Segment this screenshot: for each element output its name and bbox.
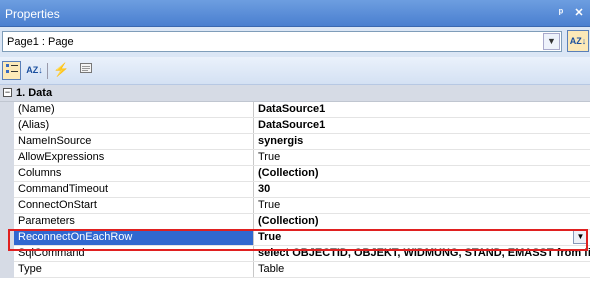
category-label: 1. Data — [16, 87, 53, 99]
chevron-down-icon[interactable]: ▼ — [573, 230, 588, 244]
property-row[interactable]: Parameters (Collection) — [0, 214, 590, 230]
object-selector-combo[interactable]: Page1 : Page ▼ — [2, 31, 562, 52]
property-row[interactable]: NameInSource synergis — [0, 134, 590, 150]
row-gutter — [0, 262, 14, 278]
row-gutter — [0, 166, 14, 182]
property-row[interactable]: Columns (Collection) — [0, 166, 590, 182]
object-selector-value: Page1 : Page — [7, 36, 74, 48]
categorized-view-icon[interactable] — [2, 61, 21, 80]
property-name[interactable]: NameInSource — [14, 134, 254, 149]
pin-icon[interactable]: ᵖ — [554, 6, 568, 20]
property-name[interactable]: SqlCommand — [14, 246, 254, 261]
property-value[interactable]: (Collection) — [254, 214, 590, 229]
property-name[interactable]: ReconnectOnEachRow — [14, 230, 254, 245]
property-row[interactable]: (Name) DataSource1 — [0, 102, 590, 118]
alphabetical-view-icon[interactable]: AZ↓ — [25, 61, 44, 80]
row-gutter — [0, 182, 14, 198]
row-gutter — [0, 118, 14, 134]
property-name[interactable]: Type — [14, 262, 254, 277]
property-name[interactable]: CommandTimeout — [14, 182, 254, 197]
property-toolbar: AZ↓ ⚡ — [0, 57, 590, 85]
row-gutter — [0, 198, 14, 214]
properties-titlebar: Properties ᵖ ✕ — [0, 0, 590, 27]
property-value[interactable]: DataSource1 — [254, 118, 590, 133]
property-value[interactable]: DataSource1 — [254, 102, 590, 117]
row-gutter — [0, 134, 14, 150]
category-data[interactable]: − 1. Data — [0, 85, 590, 102]
property-name[interactable]: Parameters — [14, 214, 254, 229]
object-selector-bar: Page1 : Page ▼ AZ↓ — [0, 27, 590, 57]
chevron-down-icon[interactable]: ▼ — [543, 33, 560, 50]
window-title: Properties — [5, 7, 60, 21]
property-row[interactable]: ReconnectOnEachRow True ▼ — [0, 230, 590, 246]
property-row[interactable]: (Alias) DataSource1 — [0, 118, 590, 134]
property-name[interactable]: (Name) — [14, 102, 254, 117]
property-name[interactable]: (Alias) — [14, 118, 254, 133]
property-pages-icon[interactable] — [76, 61, 95, 80]
property-name[interactable]: AllowExpressions — [14, 150, 254, 165]
close-icon[interactable]: ✕ — [572, 6, 586, 20]
row-gutter — [0, 230, 14, 246]
row-gutter — [0, 246, 14, 262]
property-value[interactable]: True — [254, 150, 590, 165]
sort-alphabetical-icon[interactable]: AZ↓ — [567, 30, 589, 52]
property-value[interactable]: select OBJECTID, OBJEKT, WIDMUNG, STAND,… — [254, 246, 590, 261]
property-value[interactable]: Table — [254, 262, 590, 277]
property-value[interactable]: (Collection) — [254, 166, 590, 181]
titlebar-buttons: ᵖ ✕ — [554, 6, 586, 20]
row-gutter — [0, 102, 14, 118]
property-row[interactable]: AllowExpressions True — [0, 150, 590, 166]
property-name[interactable]: ConnectOnStart — [14, 198, 254, 213]
property-value[interactable]: True — [254, 198, 590, 213]
property-name[interactable]: Columns — [14, 166, 254, 181]
property-value[interactable]: True — [254, 230, 590, 245]
row-gutter — [0, 214, 14, 230]
property-value[interactable]: 30 — [254, 182, 590, 197]
property-row[interactable]: ConnectOnStart True — [0, 198, 590, 214]
property-row[interactable]: CommandTimeout 30 — [0, 182, 590, 198]
property-row[interactable]: SqlCommand select OBJECTID, OBJEKT, WIDMU… — [0, 246, 590, 262]
property-grid: − 1. Data (Name) DataSource1 (Alias) DataSo… — [0, 85, 590, 278]
events-lightning-icon[interactable]: ⚡ — [52, 61, 71, 80]
property-row[interactable]: Type Table — [0, 262, 590, 278]
row-gutter — [0, 150, 14, 166]
toolbar-separator — [47, 63, 48, 79]
property-value[interactable]: synergis — [254, 134, 590, 149]
collapse-icon[interactable]: − — [3, 88, 12, 97]
